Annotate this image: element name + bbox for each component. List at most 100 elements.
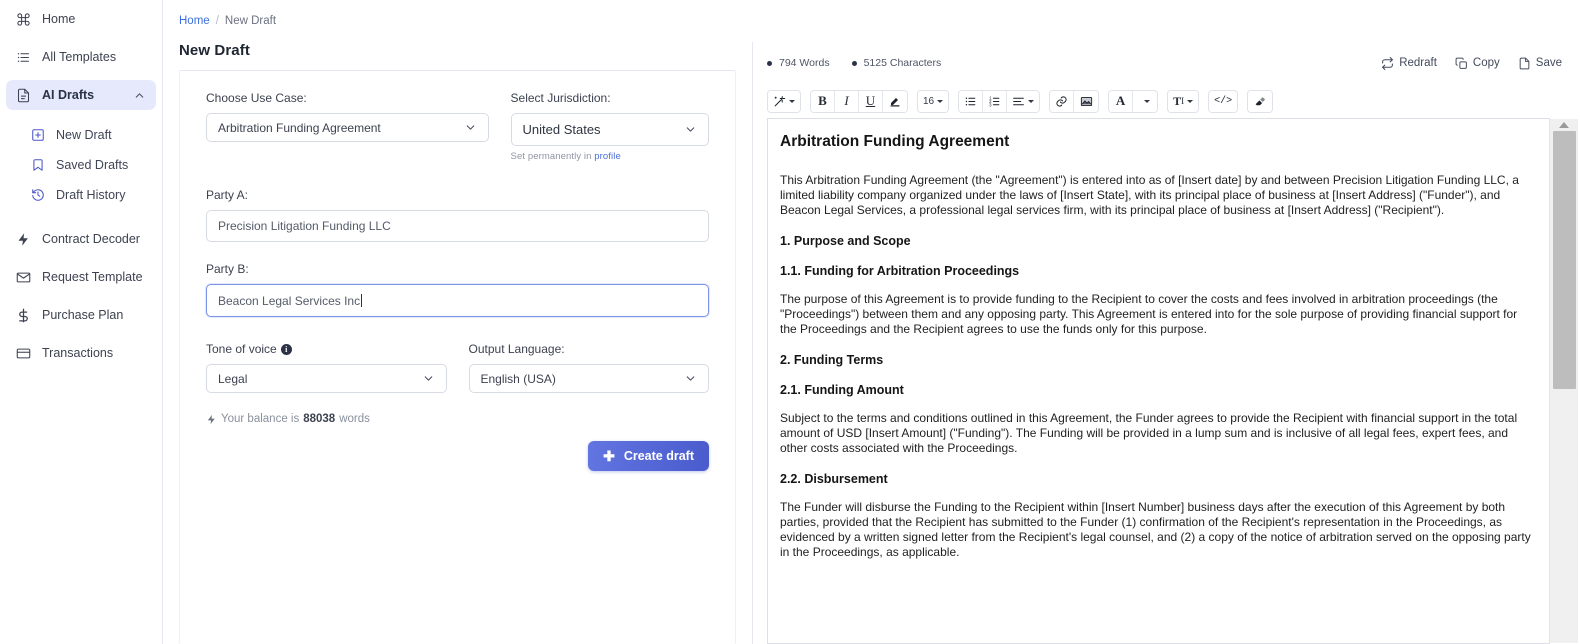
font-color-swatch[interactable] — [1133, 90, 1158, 112]
editor-scrollbar[interactable] — [1549, 119, 1578, 643]
sidebar-item-all-templates[interactable]: All Templates — [6, 42, 156, 72]
language-value: English (USA) — [480, 371, 556, 386]
sidebar-item-label: AI Drafts — [42, 88, 95, 102]
sidebar-item-draft-history[interactable]: Draft History — [20, 180, 156, 210]
sidebar-item-label: Draft History — [56, 188, 126, 202]
party-a-field: Party A: Precision Litigation Funding LL… — [206, 188, 709, 242]
character-count-label: 5125 Characters — [863, 57, 942, 69]
highlighter-icon[interactable] — [883, 90, 907, 112]
font-size-selector[interactable]: 16 — [918, 90, 949, 112]
bolt-icon — [206, 414, 217, 425]
redraft-button[interactable]: Redraft — [1381, 56, 1437, 70]
save-file-icon — [1518, 57, 1531, 70]
editor-toolbar: B I U 16 1 2 3 A T I </> — [753, 84, 1580, 118]
link-icon[interactable] — [1050, 90, 1075, 112]
code-icon[interactable]: </> — [1209, 90, 1238, 112]
main-area: Home / New Draft New Draft Choose Use Ca… — [163, 0, 1580, 644]
party-a-input[interactable]: Precision Litigation Funding LLC — [206, 210, 709, 242]
party-b-value: Beacon Legal Services Inc — [218, 293, 361, 308]
balance-suffix: words — [339, 413, 370, 425]
word-count: 794 Words — [767, 57, 830, 69]
sidebar-item-label: Contract Decoder — [42, 232, 140, 246]
language-select[interactable]: English (USA) — [468, 364, 709, 393]
dollar-icon — [16, 308, 31, 323]
clear-format-icon[interactable] — [1248, 90, 1273, 112]
document-editor[interactable]: Arbitration Funding Agreement This Arbit… — [767, 118, 1578, 644]
jurisdiction-value: United States — [522, 122, 601, 137]
jurisdiction-select[interactable]: United States — [510, 113, 709, 146]
document-heading: 2.1. Funding Amount — [780, 383, 904, 397]
sidebar-item-transactions[interactable]: Transactions — [6, 338, 156, 368]
balance-status: Your balance is 88038 words — [206, 413, 709, 425]
sidebar-item-request-template[interactable]: Request Template — [6, 262, 156, 292]
tone-label: Tone of voice i — [206, 342, 447, 356]
sidebar-item-label: Transactions — [42, 346, 114, 360]
use-case-select[interactable]: Arbitration Funding Agreement — [206, 113, 489, 142]
draft-form-panel: New Draft Choose Use Case: Arbitration F… — [163, 42, 753, 644]
underline-icon[interactable]: U — [859, 90, 883, 112]
scroll-up-arrow-icon[interactable] — [1559, 122, 1569, 128]
sidebar-item-purchase-plan[interactable]: Purchase Plan — [6, 300, 156, 330]
content-row: New Draft Choose Use Case: Arbitration F… — [163, 42, 1580, 644]
copy-button[interactable]: Copy — [1455, 57, 1500, 70]
image-icon[interactable] — [1074, 90, 1099, 112]
document-paragraph: This Arbitration Funding Agreement (the … — [780, 173, 1519, 217]
sidebar-item-ai-drafts[interactable]: AI Drafts — [6, 80, 156, 110]
magic-wand-icon[interactable] — [768, 90, 800, 112]
align-icon[interactable] — [1007, 90, 1040, 112]
bookmark-icon — [30, 158, 45, 173]
bold-icon[interactable]: B — [811, 90, 835, 112]
sidebar-item-home[interactable]: Home — [6, 4, 156, 34]
chevron-down-icon — [1028, 99, 1035, 103]
scrollbar-thumb[interactable] — [1553, 131, 1576, 389]
word-count-label: 794 Words — [779, 57, 830, 69]
document-title: Arbitration Funding Agreement — [780, 133, 1010, 150]
info-icon[interactable]: i — [280, 344, 292, 355]
breadcrumb-separator: / — [215, 15, 219, 27]
toolbar-group-insert — [1049, 89, 1100, 113]
italic-icon[interactable]: I — [835, 90, 859, 112]
redraft-icon — [1381, 56, 1394, 70]
save-button[interactable]: Save — [1518, 57, 1562, 70]
chevron-down-icon — [937, 99, 944, 103]
party-b-field: Party B: Beacon Legal Services Inc — [206, 262, 709, 317]
credit-card-icon — [16, 346, 31, 361]
chevron-up-icon[interactable] — [133, 89, 146, 102]
tone-label-text: Tone of voice — [206, 342, 277, 356]
toolbar-group-fontsize: 16 — [917, 89, 950, 113]
toolbar-group-clear — [1247, 89, 1274, 113]
numbered-list-icon[interactable]: 1 2 3 — [983, 90, 1008, 112]
history-clock-icon — [30, 188, 45, 203]
editor-header: 794 Words 5125 Characters Redraft Copy S… — [753, 42, 1580, 84]
use-case-value: Arbitration Funding Agreement — [218, 120, 381, 135]
tone-select[interactable]: Legal — [206, 364, 447, 393]
sidebar-item-new-draft[interactable]: New Draft — [20, 120, 156, 150]
sidebar-item-contract-decoder[interactable]: Contract Decoder — [6, 224, 156, 254]
envelope-icon — [16, 270, 31, 285]
breadcrumb-current: New Draft — [224, 15, 277, 27]
text-style-icon[interactable]: TI — [1168, 90, 1199, 112]
language-label: Output Language: — [468, 342, 565, 356]
profile-link[interactable]: profile — [594, 151, 621, 162]
balance-amount: 88038 — [303, 413, 336, 425]
toolbar-group-format: B I U — [810, 89, 908, 113]
svg-text:3: 3 — [989, 102, 992, 107]
sidebar-item-saved-drafts[interactable]: Saved Drafts — [20, 150, 156, 180]
party-a-value: Precision Litigation Funding LLC — [218, 219, 391, 233]
party-b-input[interactable]: Beacon Legal Services Inc — [206, 284, 709, 317]
breadcrumb-home-link[interactable]: Home — [179, 15, 210, 27]
bullet-list-icon[interactable] — [959, 90, 984, 112]
document-content[interactable]: Arbitration Funding Agreement This Arbit… — [768, 119, 1549, 643]
page-title: New Draft — [179, 42, 250, 59]
create-draft-button[interactable]: ✚ Create draft — [588, 441, 709, 471]
sidebar-item-label: All Templates — [42, 50, 117, 64]
document-paragraph: The Funder will disburse the Funding to … — [780, 500, 1531, 559]
sidebar: Home All Templates AI Drafts New Draft S… — [0, 0, 163, 644]
document-heading: 1.1. Funding for Arbitration Proceedings — [780, 264, 1020, 278]
font-color-icon[interactable]: A — [1109, 90, 1134, 112]
font-size-value: 16 — [923, 95, 935, 107]
